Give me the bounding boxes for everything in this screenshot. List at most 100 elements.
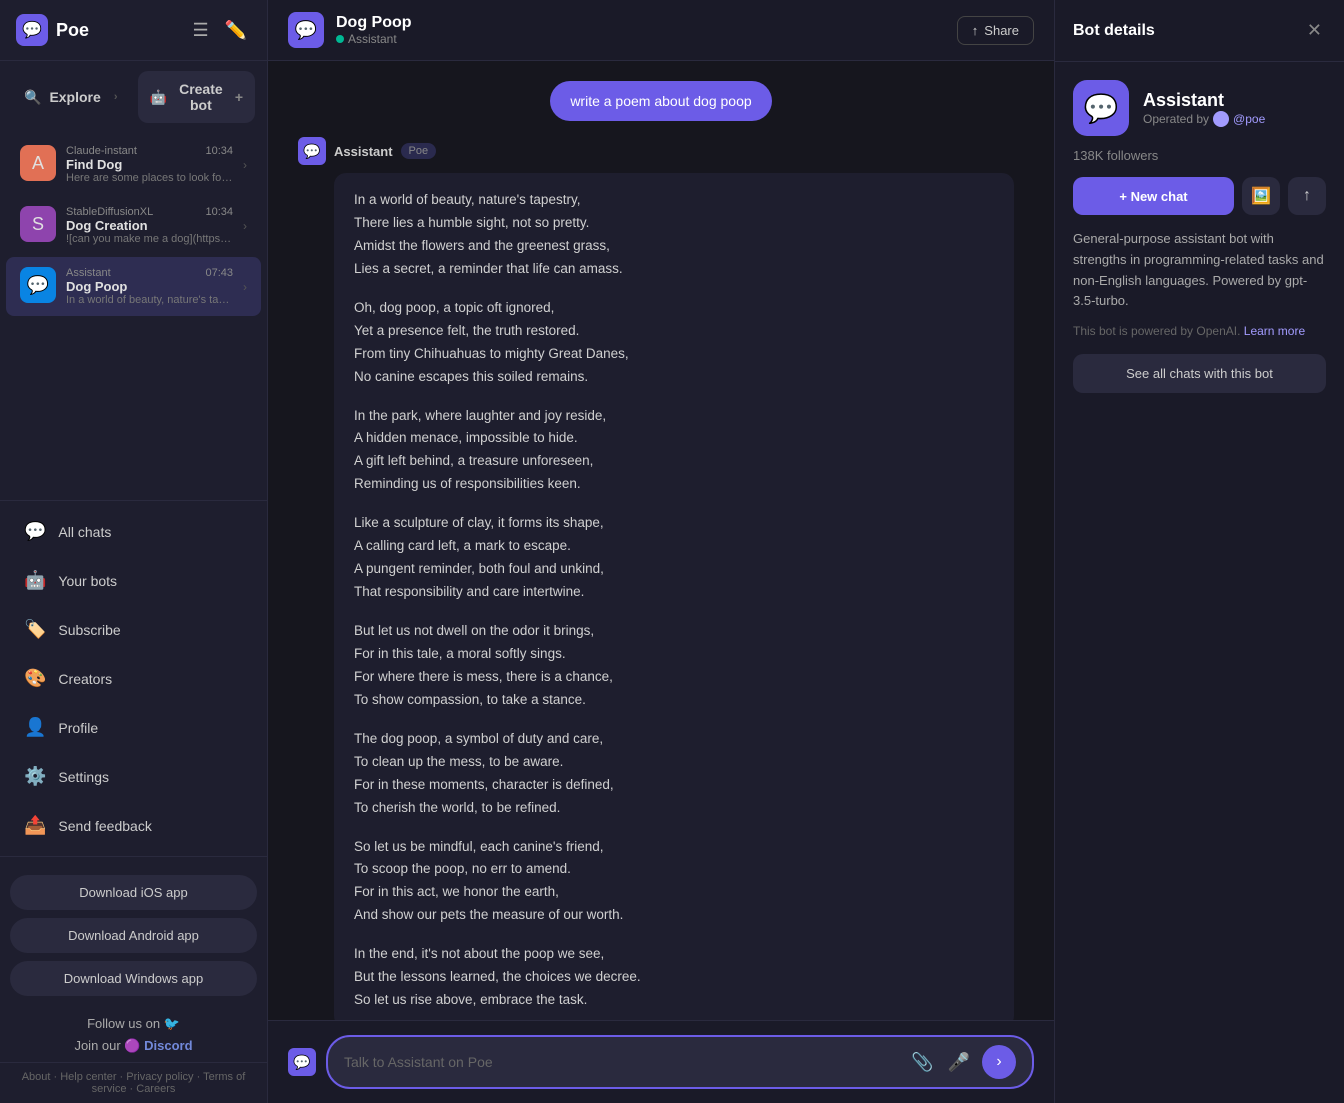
sidebar-item-label: Settings [58,769,109,785]
poem-stanza: Like a sculpture of clay, it forms its s… [354,512,994,604]
bot-actions: + New chat 🖼️ ↑ [1073,177,1326,215]
sidebar-header: 💬 Poe ☰ ✏️ [0,0,267,61]
download-ios-button[interactable]: Download iOS app [10,875,257,910]
sidebar-nav-top: 🔍 Explore › 🤖 Create bot + [0,61,267,133]
follow-twitter-text: Follow us on [87,1016,160,1031]
settings-icon: ⚙️ [24,766,46,787]
explore-button[interactable]: 🔍 Explore › [12,71,130,123]
bot-details-avatar: 💬 [1073,80,1129,136]
sidebar-item-label: Your bots [58,573,117,589]
footer-privacy-link[interactable]: Privacy policy [126,1071,193,1083]
chat-item[interactable]: A Claude-instant 10:34 Find Dog Here are… [6,135,261,194]
poem-stanza: Oh, dog poop, a topic oft ignored,Yet a … [354,297,994,389]
chat-time: 10:34 [205,145,233,157]
new-chat-button[interactable]: + New chat [1073,177,1234,215]
chat-input-wrapper: 📎 🎤 › [326,1035,1034,1089]
chat-item-active[interactable]: 💬 Assistant 07:43 Dog Poop In a world of… [6,257,261,316]
bot-details-panel: Bot details ✕ 💬 Assistant Operated by @p… [1054,0,1344,1103]
see-all-chats-button[interactable]: See all chats with this bot [1073,354,1326,393]
sidebar-item-subscribe[interactable]: 🏷️ Subscribe [6,607,261,652]
chat-time: 10:34 [205,206,233,218]
chat-title: Dog Creation [66,218,233,233]
chat-item[interactable]: S StableDiffusionXL 10:34 Dog Creation !… [6,196,261,255]
search-icon: 🔍 [24,89,41,106]
create-bot-label: Create bot [175,81,227,113]
chat-header-avatar: 💬 [288,12,324,48]
menu-icon-button[interactable]: ☰ [188,16,212,45]
twitter-icon: 🐦 [164,1016,180,1031]
user-message-wrapper: write a poem about dog poop [298,81,1024,121]
download-windows-button[interactable]: Download Windows app [10,961,257,996]
create-bot-button[interactable]: 🤖 Create bot + [138,71,256,123]
share-label: Share [984,23,1019,38]
learn-more-link[interactable]: Learn more [1244,324,1305,338]
poem-stanza: In a world of beauty, nature's tapestry,… [354,189,994,281]
chat-preview: In a world of beauty, nature's tapestry,… [66,294,233,306]
avatar: S [20,206,56,242]
chevron-right-icon: › [243,158,247,172]
your-bots-icon: 🤖 [24,570,46,591]
bot-message-content: In a world of beauty, nature's tapestry,… [334,173,1014,1020]
sidebar-item-label: Creators [58,671,112,687]
chat-messages: write a poem about dog poop 💬 Assistant … [268,61,1054,1020]
poe-logo: 💬 Poe [16,14,89,46]
avatar: 💬 [20,267,56,303]
poem-stanza: In the end, it's not about the poop we s… [354,943,994,1012]
chat-info: StableDiffusionXL 10:34 Dog Creation ![c… [66,206,233,245]
poe-logo-text: Poe [56,20,89,41]
bot-details-header: Bot details ✕ [1055,0,1344,62]
explore-chevron-icon: › [114,91,118,103]
sidebar-item-your-bots[interactable]: 🤖 Your bots [6,558,261,603]
chat-header-info: Dog Poop Assistant [336,14,945,46]
attachment-icon-button[interactable]: 📎 [909,1050,935,1075]
share-button[interactable]: ↑ Share [957,16,1034,45]
discord-label[interactable]: Discord [144,1038,192,1053]
profile-icon: 👤 [24,717,46,738]
sidebar-item-profile[interactable]: 👤 Profile [6,705,261,750]
send-button[interactable]: › [982,1045,1016,1079]
bot-message-wrapper: 💬 Assistant Poe In a world of beauty, na… [298,137,1024,1020]
chat-title: Find Dog [66,157,233,172]
sidebar-apps: Download iOS app Download Android app Do… [0,863,267,1008]
chat-bot-name: Claude-instant [66,145,137,157]
sidebar-item-settings[interactable]: ⚙️ Settings [6,754,261,799]
bot-message-header: 💬 Assistant Poe [298,137,1024,165]
powered-text: This bot is powered by OpenAI. [1073,324,1240,338]
bot-followers: 138K followers [1073,148,1326,163]
image-action-button[interactable]: 🖼️ [1242,177,1280,215]
subscribe-icon: 🏷️ [24,619,46,640]
all-chats-icon: 💬 [24,521,46,542]
footer-help-link[interactable]: Help center [60,1071,116,1083]
bot-powered: This bot is powered by OpenAI. Learn mor… [1073,324,1326,338]
share-action-button[interactable]: ↑ [1288,177,1326,215]
sidebar-item-label: All chats [58,524,111,540]
sidebar-footer: About · Help center · Privacy policy · T… [0,1062,267,1103]
microphone-icon-button[interactable]: 🎤 [946,1050,972,1075]
bot-small-avatar: 💬 [288,1048,316,1076]
bot-details-name-block: Assistant Operated by @poe [1143,90,1265,127]
bot-msg-avatar: 💬 [298,137,326,165]
operator-name: @poe [1233,112,1265,126]
poem-stanza: So let us be mindful, each canine's frie… [354,836,994,928]
chat-bot-name: StableDiffusionXL [66,206,153,218]
footer-about-link[interactable]: About [22,1071,51,1083]
chat-info: Claude-instant 10:34 Find Dog Here are s… [66,145,233,184]
sidebar-item-label: Profile [58,720,98,736]
chevron-right-icon: › [243,280,247,294]
footer-careers-link[interactable]: Careers [136,1083,175,1095]
explore-label: Explore [49,89,100,105]
bot-details-operated: Operated by @poe [1143,111,1265,127]
sidebar-item-send-feedback[interactable]: 📤 Send feedback [6,803,261,848]
chat-input[interactable] [344,1054,899,1070]
chat-preview: Here are some places to look for a goo..… [66,172,233,184]
divider [0,856,267,857]
bot-details-title: Bot details [1073,22,1155,40]
create-bot-icon: 🤖 [150,89,167,106]
chat-header: 💬 Dog Poop Assistant ↑ Share [268,0,1054,61]
twitter-follow: Follow us on 🐦 [87,1016,180,1032]
sidebar-item-creators[interactable]: 🎨 Creators [6,656,261,701]
sidebar-item-all-chats[interactable]: 💬 All chats [6,509,261,554]
download-android-button[interactable]: Download Android app [10,918,257,953]
close-button[interactable]: ✕ [1303,16,1326,45]
edit-icon-button[interactable]: ✏️ [221,16,251,45]
